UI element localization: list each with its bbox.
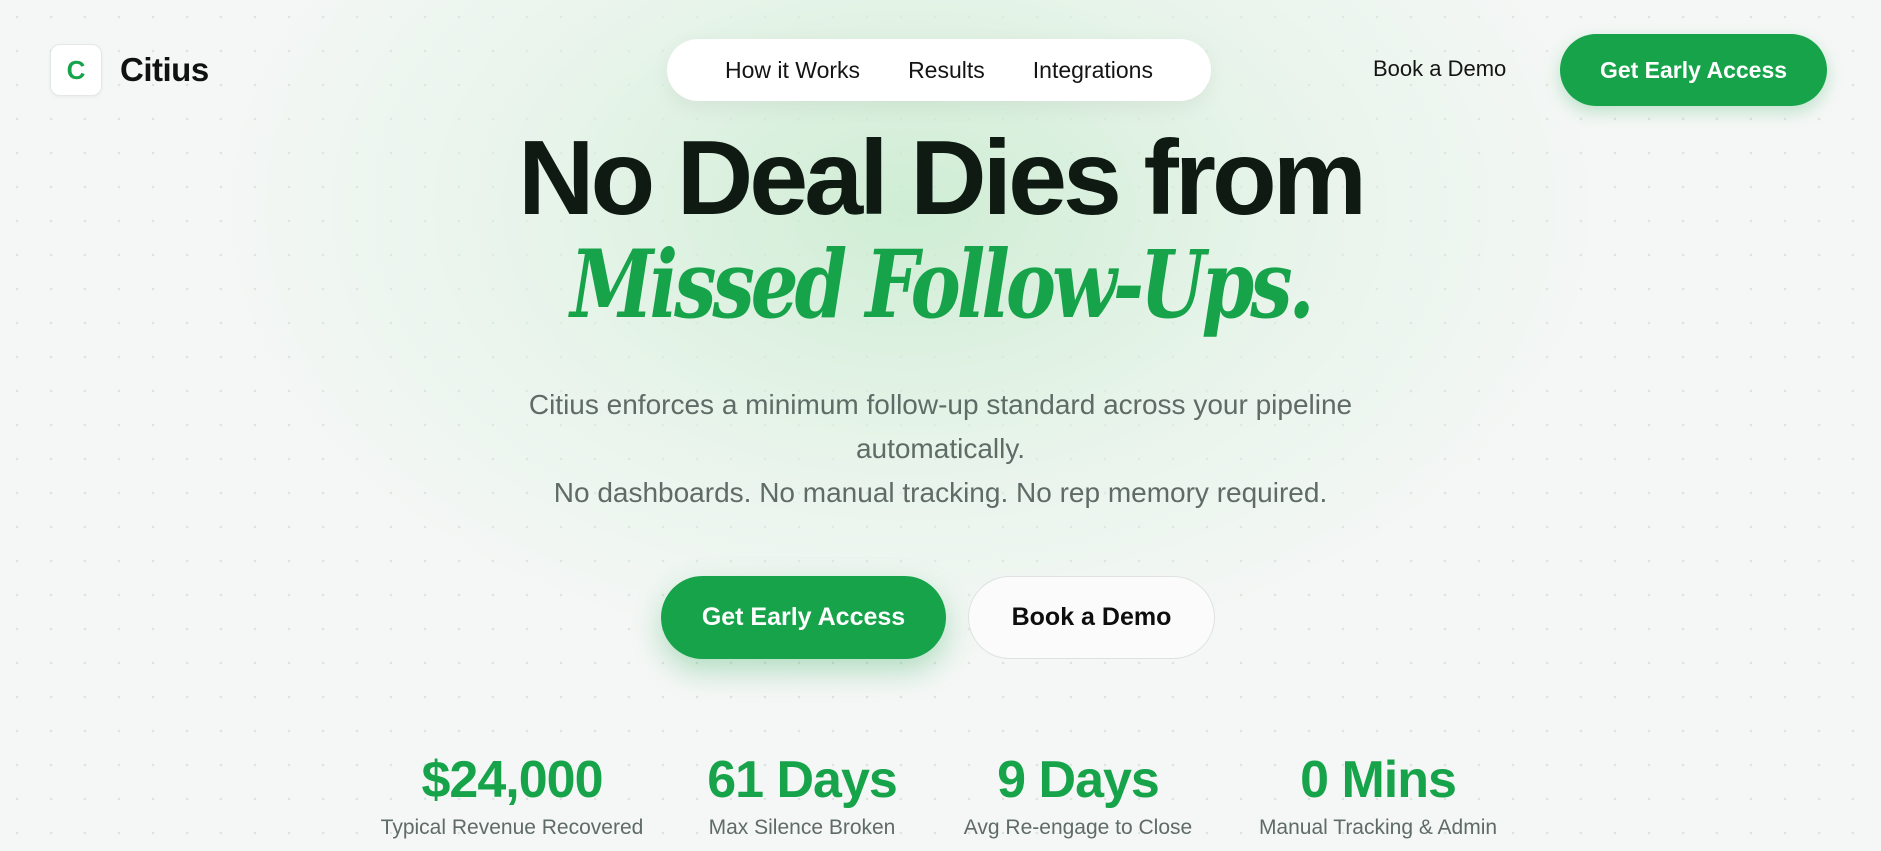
hero-subtitle-line-1: Citius enforces a minimum follow-up stan…	[528, 389, 1353, 420]
stat-label: Typical Revenue Recovered	[380, 816, 644, 839]
stat-value: $24,000	[421, 751, 604, 809]
stat-max-silence: 61 Days Max Silence Broken	[682, 748, 922, 842]
stat-value: 61 Days	[707, 751, 898, 809]
hero-headline-accent: Missed Follow-Ups.	[570, 230, 1314, 340]
header-get-early-access-button[interactable]: Get Early Access	[1560, 34, 1827, 106]
stat-label: Avg Re-engage to Close	[963, 816, 1193, 839]
hero-subtitle-line-3: No dashboards. No manual tracking. No re…	[553, 477, 1328, 508]
header-book-demo-link[interactable]: Book a Demo	[1373, 56, 1506, 82]
brand-name: Citius	[120, 51, 209, 88]
hero-get-early-access-button[interactable]: Get Early Access	[661, 576, 946, 659]
nav-link-integrations[interactable]: Integrations	[1033, 57, 1153, 84]
brand-logo[interactable]: C Citius	[50, 44, 209, 96]
stat-label: Manual Tracking & Admin	[1258, 816, 1498, 839]
logo-mark-icon: C	[50, 44, 102, 96]
stat-value: 0 Mins	[1300, 751, 1457, 809]
stat-manual-tracking: 0 Mins Manual Tracking & Admin	[1238, 748, 1518, 842]
hero-subtitle-line-2: automatically.	[855, 433, 1026, 464]
stat-revenue-recovered: $24,000 Typical Revenue Recovered	[352, 748, 672, 842]
hero-headline: No Deal Dies from	[517, 119, 1367, 237]
stat-reengage-to-close: 9 Days Avg Re-engage to Close	[938, 748, 1218, 842]
nav-link-results[interactable]: Results	[908, 57, 985, 84]
stat-value: 9 Days	[997, 751, 1160, 809]
stat-label: Max Silence Broken	[708, 816, 896, 839]
nav-link-how-it-works[interactable]: How it Works	[725, 57, 860, 84]
hero-book-demo-button[interactable]: Book a Demo	[968, 576, 1215, 659]
main-nav: How it Works Results Integrations	[667, 39, 1211, 101]
